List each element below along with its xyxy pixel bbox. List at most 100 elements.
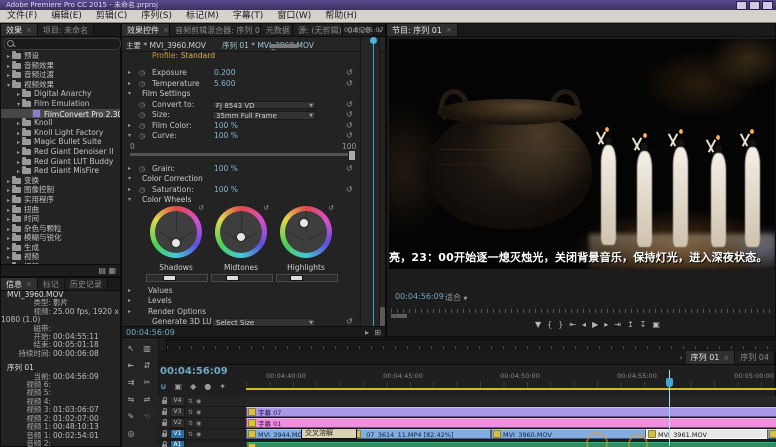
stopwatch-icon[interactable]: ◷ bbox=[139, 164, 145, 175]
wheel-handle-dot[interactable] bbox=[172, 239, 180, 247]
menu-item[interactable]: 标记(M) bbox=[179, 10, 226, 22]
tab-源: (无剪辑)[interactable]: 源: (无剪辑) bbox=[293, 24, 343, 36]
effects-tree-item[interactable]: ▸时间 bbox=[1, 214, 120, 224]
track-target-chip[interactable]: V2 bbox=[170, 418, 185, 428]
reset-icon[interactable]: ↺ bbox=[346, 79, 353, 90]
menu-item[interactable]: 帮助(H) bbox=[318, 10, 364, 22]
track-header-a1[interactable]: A1 bbox=[158, 442, 246, 447]
slider-handle[interactable] bbox=[348, 150, 356, 161]
timeline-ruler[interactable]: 00:04:40:0000:04:45:0000:04:50:0000:04:5… bbox=[246, 369, 776, 387]
slip-tool[interactable]: ⇋ bbox=[124, 393, 138, 407]
tab-音频剪辑混合器: 序列 01[interactable]: 音频剪辑混合器: 序列 01 bbox=[170, 24, 261, 36]
slider-track[interactable] bbox=[130, 153, 352, 156]
wheel-slider[interactable] bbox=[146, 274, 208, 282]
color-wheel-midtones[interactable]: ↺Midtones bbox=[215, 206, 267, 258]
add-marker-button[interactable]: ▼ bbox=[535, 320, 541, 329]
linked-selection-toggle[interactable]: ▣ bbox=[175, 382, 183, 391]
wheel-handle-dot[interactable] bbox=[300, 219, 308, 227]
stopwatch-icon[interactable]: ◷ bbox=[139, 68, 145, 79]
hand-tool[interactable]: ☜ bbox=[140, 410, 154, 424]
wheel-slider-handle[interactable] bbox=[163, 275, 176, 281]
effects-tree-item[interactable]: ▸Red Giant MisFire bbox=[1, 166, 120, 176]
timeline-settings-button[interactable]: ✦ bbox=[219, 382, 226, 391]
param-value[interactable]: 100 % bbox=[214, 164, 238, 175]
disclosure-right-icon[interactable]: ▸ bbox=[128, 121, 131, 132]
timeline-clip[interactable] bbox=[246, 442, 776, 447]
effects-tree-item[interactable]: ▸实用程序 bbox=[1, 195, 120, 205]
maximize-button[interactable] bbox=[749, 1, 760, 10]
slide-tool[interactable]: ⇌ bbox=[140, 393, 154, 407]
new-bin-icon[interactable]: ▤ bbox=[98, 266, 106, 275]
effects-tree-item[interactable]: ▸Knoll bbox=[1, 118, 120, 128]
step-forward-button[interactable]: ▸ bbox=[604, 320, 608, 329]
export-frame-button[interactable]: ▣ bbox=[652, 320, 660, 329]
effects-tree-item[interactable]: ▸杂色与颗粒 bbox=[1, 224, 120, 234]
param-dropdown[interactable]: 35mm Full Frame▼ bbox=[212, 111, 316, 120]
timeline-clip[interactable]: 字幕 01 bbox=[246, 418, 776, 428]
timeline-timecode[interactable]: 00:04:56:09 bbox=[160, 366, 228, 377]
wheel-handle-dot[interactable] bbox=[237, 233, 245, 241]
lock-icon[interactable] bbox=[162, 444, 167, 447]
stopwatch-icon[interactable]: ◷ bbox=[139, 121, 145, 132]
effects-tree-item[interactable]: ▸Magic Bullet Suite bbox=[1, 137, 120, 147]
lock-icon[interactable] bbox=[162, 411, 167, 415]
effects-tree-item[interactable]: ▸生成 bbox=[1, 243, 120, 253]
tab-序列 01[interactable]: 序列 01× bbox=[686, 351, 736, 364]
timeline-clip[interactable]: _07_3614_11.MP4 [82.42%] bbox=[351, 429, 491, 439]
ripple-edit-tool[interactable]: ⇤ bbox=[124, 359, 138, 373]
keyframe-zoom-bar[interactable] bbox=[269, 44, 299, 48]
disclosure-down-icon[interactable]: ▾ bbox=[128, 89, 131, 100]
disclosure-down-icon[interactable]: ▾ bbox=[128, 195, 131, 206]
effects-tree-item[interactable]: ▸Red Giant LUT Buddy bbox=[1, 157, 120, 167]
menu-item[interactable]: 剪辑(C) bbox=[89, 10, 134, 22]
tab-效果控件[interactable]: 效果控件× bbox=[122, 24, 170, 36]
rate-stretch-tool[interactable]: ⇉ bbox=[124, 376, 138, 390]
track-select-tool[interactable]: ▥ bbox=[140, 342, 154, 356]
stopwatch-icon[interactable]: ◷ bbox=[139, 131, 145, 142]
effects-tree-item[interactable]: ▾Film Emulation bbox=[1, 99, 120, 109]
effects-tree-item[interactable]: ▸音频效果 bbox=[1, 61, 120, 71]
toggle-output-eye-icon[interactable]: ◉ bbox=[196, 431, 201, 438]
tab-标记[interactable]: 标记 bbox=[38, 278, 65, 290]
param-value[interactable]: 100 % bbox=[214, 121, 238, 132]
disclosure-down-icon[interactable]: ▾ bbox=[128, 131, 131, 142]
reset-icon[interactable]: ↺ bbox=[263, 204, 269, 212]
track-target-chip[interactable]: A1 bbox=[170, 440, 185, 447]
tab-scroll-left-icon[interactable]: ‹ bbox=[676, 353, 685, 362]
wheel-slider-handle[interactable] bbox=[226, 275, 239, 281]
close-icon[interactable]: × bbox=[723, 354, 729, 362]
step-back-button[interactable]: ◂ bbox=[582, 320, 586, 329]
param-value[interactable]: 100 % bbox=[214, 185, 238, 196]
add-marker-button[interactable]: ◆ bbox=[190, 382, 196, 391]
tab-序列 04[interactable]: 序列 04 bbox=[735, 351, 775, 364]
lift-button[interactable]: ↥ bbox=[627, 320, 634, 329]
play-button[interactable]: ▶ bbox=[592, 320, 598, 329]
zoom-tool[interactable]: ◎ bbox=[124, 427, 138, 441]
lock-icon[interactable] bbox=[162, 422, 167, 426]
lock-icon[interactable] bbox=[162, 433, 167, 437]
track-header-v2[interactable]: V2⇅◉ bbox=[158, 418, 246, 429]
toggle-effects-icon[interactable]: ⊞ bbox=[374, 328, 381, 337]
monitor-scrollbar[interactable] bbox=[391, 314, 407, 318]
play-around-icon[interactable]: ▸ bbox=[365, 328, 369, 337]
param-value[interactable]: 0.200 bbox=[214, 68, 235, 79]
color-wheel-highlights[interactable]: ↺Highlights bbox=[280, 206, 332, 258]
tab-历史记录[interactable]: 历史记录 bbox=[65, 278, 108, 290]
timeline-clip[interactable]: MVI_3961.MOV bbox=[646, 429, 767, 439]
tab-效果[interactable]: 效果× bbox=[1, 24, 38, 36]
effects-tree-item[interactable]: ▸图像控制 bbox=[1, 185, 120, 195]
track-target-chip[interactable]: V1 bbox=[170, 429, 185, 439]
tab-信息[interactable]: 信息× bbox=[1, 278, 38, 290]
reset-icon[interactable]: ↺ bbox=[328, 204, 334, 212]
menu-item[interactable]: 文件(F) bbox=[0, 10, 44, 22]
effects-search-input[interactable] bbox=[4, 38, 121, 50]
stopwatch-icon[interactable]: ◷ bbox=[139, 185, 145, 196]
menu-item[interactable]: 窗口(W) bbox=[270, 10, 318, 22]
close-icon[interactable]: × bbox=[26, 280, 32, 288]
toggle-output-eye-icon[interactable]: ◉ bbox=[196, 398, 201, 405]
stopwatch-icon[interactable]: ◷ bbox=[139, 110, 145, 121]
sync-lock-icon[interactable]: ⇅ bbox=[188, 398, 193, 405]
disclosure-right-icon[interactable]: ▸ bbox=[128, 286, 131, 297]
effects-tree-item[interactable]: ▸音频过渡 bbox=[1, 70, 120, 80]
close-button[interactable] bbox=[762, 1, 773, 10]
